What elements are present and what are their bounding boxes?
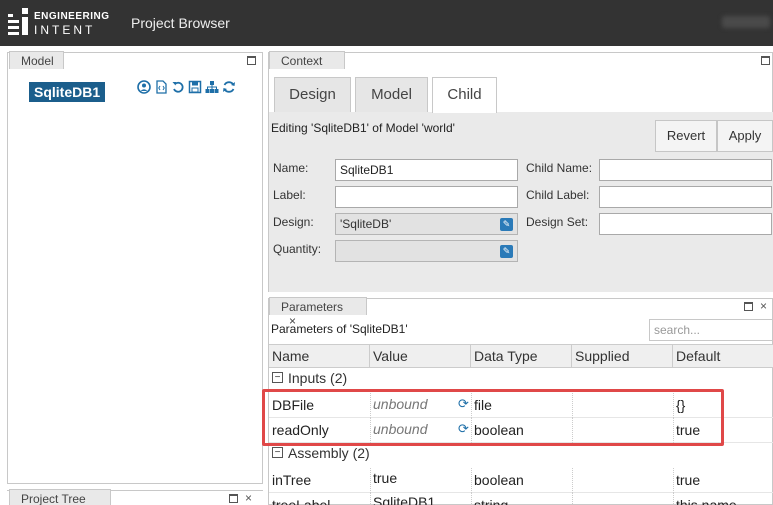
collapse-icon[interactable]: −: [272, 447, 283, 458]
edit-quantity-pencil-icon[interactable]: ✎: [500, 245, 513, 258]
model-panel-maximize-icon[interactable]: [247, 56, 256, 65]
cell-data-type: string: [474, 497, 509, 505]
apply-button[interactable]: Apply: [717, 120, 773, 152]
edit-design-pencil-icon[interactable]: ✎: [500, 218, 513, 231]
design-set-label: Design Set:: [526, 215, 589, 229]
table-row[interactable]: inTree true boolean true: [269, 468, 773, 493]
child-label-field[interactable]: [599, 186, 772, 208]
cell-value[interactable]: SqliteDB1: [373, 494, 435, 505]
undo-icon[interactable]: [171, 80, 185, 94]
app-title: Project Browser: [131, 15, 230, 31]
group-label: Inputs (2): [288, 370, 348, 386]
cell-data-type: boolean: [474, 472, 524, 488]
tab-model[interactable]: Model: [355, 77, 428, 112]
code-file-icon[interactable]: [154, 80, 168, 94]
design-label: Design:: [273, 215, 314, 229]
quantity-field: [335, 240, 518, 262]
column-header-default[interactable]: Default: [673, 345, 773, 367]
name-label: Name:: [273, 161, 309, 175]
search-input[interactable]: search...: [649, 319, 773, 341]
editing-caption: Editing 'SqliteDB1' of Model 'world': [271, 121, 455, 135]
group-row-inputs[interactable]: − Inputs (2): [269, 368, 773, 390]
logo-text-line1: ENGINEERING: [34, 11, 110, 22]
column-header-supplied[interactable]: Supplied: [572, 345, 673, 367]
highlight-box: [262, 389, 724, 446]
tab-child[interactable]: Child: [432, 77, 497, 113]
design-field: 'SqliteDB': [335, 213, 518, 235]
project-tree-maximize-icon[interactable]: [229, 494, 238, 503]
model-node-sqlitedb1[interactable]: SqliteDB1: [29, 82, 106, 102]
label-label: Label:: [273, 188, 306, 202]
label-field[interactable]: [335, 186, 518, 208]
table-row[interactable]: treeLabel SqliteDB1 string this.name: [269, 493, 773, 505]
project-tree-panel-tab[interactable]: Project Tree ×: [9, 489, 111, 505]
group-row-assembly[interactable]: − Assembly (2): [269, 443, 773, 465]
project-tree-tab-label: Project Tree: [21, 492, 86, 505]
group-label: Assembly (2): [288, 445, 370, 461]
column-header-name[interactable]: Name: [269, 345, 370, 367]
design-set-field[interactable]: [599, 213, 772, 235]
tab-design[interactable]: Design: [274, 77, 351, 112]
refresh-icon[interactable]: [222, 80, 236, 94]
model-toolbar: [137, 80, 236, 94]
parameters-panel-maximize-icon[interactable]: [744, 302, 753, 311]
parameters-caption: Parameters of 'SqliteDB1': [271, 322, 408, 336]
engineering-intent-logo: ENGINEERING INTENT: [8, 6, 110, 40]
column-header-data-type[interactable]: Data Type: [471, 345, 572, 367]
cell-value[interactable]: true: [373, 470, 397, 486]
project-tree-close-icon[interactable]: ×: [245, 492, 252, 504]
model-panel: [7, 52, 263, 484]
column-header-value[interactable]: Value: [370, 345, 471, 367]
user-circle-icon[interactable]: [137, 80, 151, 94]
cell-name: treeLabel: [272, 497, 331, 505]
user-menu[interactable]: [722, 16, 770, 28]
quantity-label: Quantity:: [273, 242, 322, 256]
child-name-field[interactable]: [599, 159, 772, 181]
parameters-panel-tab[interactable]: Parameters ×: [269, 297, 367, 328]
top-bar: ENGINEERING INTENT Project Browser: [0, 0, 773, 46]
context-panel-tab[interactable]: Context: [269, 51, 345, 69]
child-name-label: Child Name:: [526, 161, 593, 175]
save-icon[interactable]: [188, 80, 202, 94]
model-panel-tab[interactable]: Model: [9, 51, 64, 69]
cell-default: true: [676, 472, 701, 488]
revert-button[interactable]: Revert: [655, 120, 717, 152]
context-panel-maximize-icon[interactable]: [761, 56, 770, 65]
name-field[interactable]: SqliteDB1: [335, 159, 518, 181]
logo-mark-icon: [8, 8, 30, 38]
cell-default: this.name: [676, 497, 737, 505]
parameters-grid-header: Name Value Data Type Supplied Default: [269, 344, 773, 368]
collapse-icon[interactable]: −: [272, 372, 283, 383]
child-label-label: Child Label:: [526, 188, 590, 202]
parameters-panel-close-icon[interactable]: ×: [760, 300, 767, 312]
hierarchy-icon[interactable]: [205, 80, 219, 94]
cell-name: inTree: [272, 472, 312, 488]
parameters-tab-label: Parameters: [281, 300, 344, 314]
logo-text-line2: INTENT: [34, 23, 96, 37]
